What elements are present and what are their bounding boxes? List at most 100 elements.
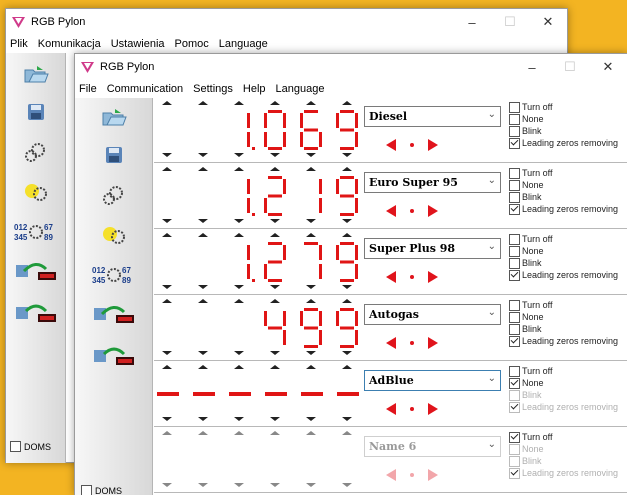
increment-arrow-icon[interactable] (306, 233, 316, 237)
decrement-arrow-icon[interactable] (198, 153, 208, 157)
back-close-button[interactable]: ✕ (529, 9, 567, 35)
option-turn-off[interactable]: Turn off (509, 299, 618, 311)
increment-arrow-icon[interactable] (198, 299, 208, 303)
move-right-icon[interactable] (428, 139, 438, 151)
decrement-arrow-icon[interactable] (162, 483, 172, 487)
fuel-name-select[interactable]: Autogas ⌄ (364, 304, 501, 325)
decrement-arrow-icon[interactable] (198, 483, 208, 487)
option-checkbox[interactable] (509, 401, 520, 413)
option-none[interactable]: None (509, 377, 618, 389)
decimal-point-icon[interactable] (410, 209, 414, 213)
back-menu-language[interactable]: Language (219, 38, 268, 50)
decrement-arrow-icon[interactable] (234, 417, 244, 421)
move-left-icon[interactable] (386, 403, 396, 415)
front-menu-language[interactable]: Language (276, 83, 325, 95)
fuel-name-select[interactable]: AdBlue ⌄ (364, 370, 501, 391)
increment-arrow-icon[interactable] (162, 167, 172, 171)
option-checkbox[interactable] (509, 365, 520, 377)
increment-arrow-icon[interactable] (198, 233, 208, 237)
back-settings-gears-icon[interactable] (6, 135, 65, 169)
move-left-icon[interactable] (386, 337, 396, 349)
increment-arrow-icon[interactable] (162, 101, 172, 105)
decrement-arrow-icon[interactable] (342, 417, 352, 421)
option-turn-off[interactable]: Turn off (509, 233, 618, 245)
increment-arrow-icon[interactable] (270, 233, 280, 237)
back-doms-box[interactable] (10, 441, 21, 452)
option-leading-zeros[interactable]: Leading zeros removing (509, 269, 618, 281)
back-menu-plik[interactable]: Plik (10, 38, 28, 50)
back-read-from-display-icon[interactable] (6, 297, 65, 331)
front-menu-settings[interactable]: Settings (193, 83, 233, 95)
option-checkbox[interactable] (509, 257, 520, 269)
back-bulb-gear-icon[interactable] (6, 175, 65, 209)
option-blink[interactable]: Blink (509, 191, 618, 203)
increment-arrow-icon[interactable] (306, 431, 316, 435)
option-checkbox[interactable] (509, 137, 520, 149)
option-checkbox[interactable] (509, 245, 520, 257)
front-minimize-button[interactable]: – (513, 54, 551, 80)
front-doms-checkbox[interactable]: DOMS (81, 485, 122, 495)
option-none[interactable]: None (509, 113, 618, 125)
front-save-disk-icon[interactable] (75, 138, 152, 172)
fuel-name-select[interactable]: Euro Super 95 ⌄ (364, 172, 501, 193)
front-maximize-button[interactable]: ☐ (551, 54, 589, 80)
increment-arrow-icon[interactable] (342, 299, 352, 303)
decrement-arrow-icon[interactable] (342, 483, 352, 487)
increment-arrow-icon[interactable] (270, 299, 280, 303)
option-checkbox[interactable] (509, 125, 520, 137)
option-blink[interactable]: Blink (509, 257, 618, 269)
front-close-button[interactable]: ✕ (589, 54, 627, 80)
front-menu-file[interactable]: File (79, 83, 97, 95)
increment-arrow-icon[interactable] (270, 167, 280, 171)
option-none[interactable]: None (509, 311, 618, 323)
increment-arrow-icon[interactable] (234, 167, 244, 171)
option-checkbox[interactable] (509, 443, 520, 455)
decrement-arrow-icon[interactable] (270, 417, 280, 421)
option-checkbox[interactable] (509, 311, 520, 323)
option-blink[interactable]: Blink (509, 125, 618, 137)
decrement-arrow-icon[interactable] (234, 351, 244, 355)
increment-arrow-icon[interactable] (342, 167, 352, 171)
back-doms-checkbox[interactable]: DOMS (10, 441, 51, 452)
increment-arrow-icon[interactable] (270, 101, 280, 105)
move-left-icon[interactable] (386, 469, 396, 481)
back-menu-pomoc[interactable]: Pomoc (175, 38, 209, 50)
option-none[interactable]: None (509, 245, 618, 257)
front-read-from-display-icon[interactable] (75, 340, 152, 374)
option-checkbox[interactable] (509, 389, 520, 401)
increment-arrow-icon[interactable] (306, 365, 316, 369)
option-leading-zeros[interactable]: Leading zeros removing (509, 467, 618, 479)
option-turn-off[interactable]: Turn off (509, 365, 618, 377)
front-send-to-display-icon[interactable] (75, 298, 152, 332)
decrement-arrow-icon[interactable] (162, 219, 172, 223)
front-settings-gears-icon[interactable] (75, 178, 152, 212)
back-menu-ustawienia[interactable]: Ustawienia (111, 38, 165, 50)
back-maximize-button[interactable]: ☐ (491, 9, 529, 35)
option-turn-off[interactable]: Turn off (509, 431, 618, 443)
increment-arrow-icon[interactable] (342, 431, 352, 435)
option-checkbox[interactable] (509, 203, 520, 215)
move-left-icon[interactable] (386, 271, 396, 283)
decimal-point-icon[interactable] (410, 407, 414, 411)
front-menu-help[interactable]: Help (243, 83, 266, 95)
increment-arrow-icon[interactable] (198, 431, 208, 435)
option-checkbox[interactable] (509, 323, 520, 335)
decrement-arrow-icon[interactable] (234, 483, 244, 487)
decrement-arrow-icon[interactable] (306, 483, 316, 487)
option-checkbox[interactable] (509, 467, 520, 479)
option-leading-zeros[interactable]: Leading zeros removing (509, 335, 618, 347)
increment-arrow-icon[interactable] (198, 365, 208, 369)
decrement-arrow-icon[interactable] (162, 351, 172, 355)
option-blink[interactable]: Blink (509, 323, 618, 335)
back-menu-komunikacja[interactable]: Komunikacja (38, 38, 101, 50)
increment-arrow-icon[interactable] (162, 233, 172, 237)
option-none[interactable]: None (509, 443, 618, 455)
decrement-arrow-icon[interactable] (198, 285, 208, 289)
front-bulb-gear-icon[interactable] (75, 218, 152, 252)
increment-arrow-icon[interactable] (162, 431, 172, 435)
decimal-point-icon[interactable] (410, 473, 414, 477)
option-checkbox[interactable] (509, 455, 520, 467)
option-checkbox[interactable] (509, 113, 520, 125)
increment-arrow-icon[interactable] (342, 233, 352, 237)
option-checkbox[interactable] (509, 167, 520, 179)
